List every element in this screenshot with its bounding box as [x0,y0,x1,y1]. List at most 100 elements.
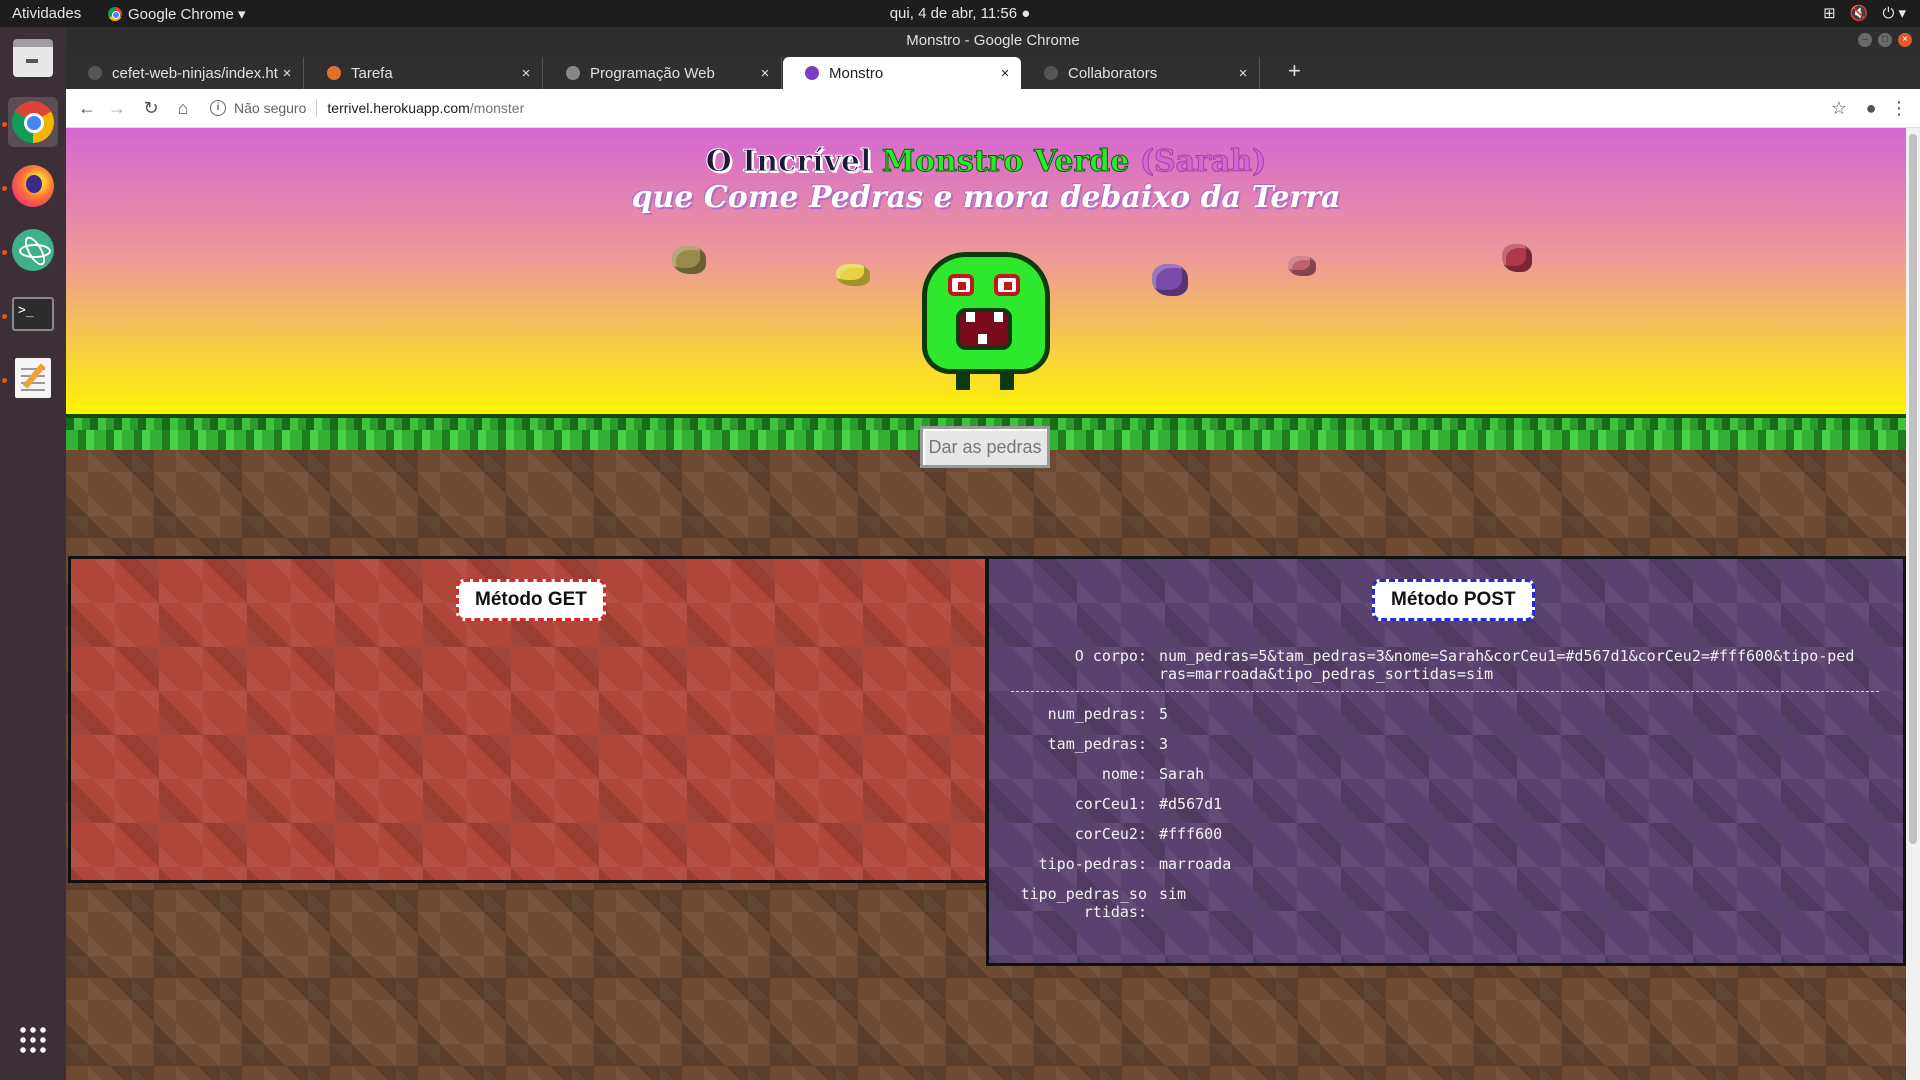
system-top-bar: Atividades Google Chrome ▾ qui, 4 de abr… [0,0,1920,27]
tab-label: Programação Web [590,64,715,82]
tab-monstro[interactable]: Monstro × [783,57,1021,89]
tab-label: cefet-web-ninjas/index.ht [112,64,278,82]
field-value: marroada [1159,855,1232,873]
files-icon [13,39,53,77]
window-title: Monstro - Google Chrome [906,32,1080,49]
dock-firefox[interactable] [8,161,58,211]
field-value: #fff600 [1159,825,1223,843]
monster-leg [956,370,970,390]
field-key: tam_pedras: [1047,735,1147,753]
site-info-icon[interactable]: i [210,100,226,116]
divider [1011,691,1879,692]
tab-programacao-web[interactable]: Programação Web × [544,57,782,89]
dock-atom[interactable] [8,225,58,275]
field-key: nome: [1101,765,1147,783]
home-button[interactable]: ⌂ [170,95,196,121]
tab-collaborators[interactable]: Collaborators × [1022,57,1260,89]
dock-chrome[interactable] [8,97,58,147]
close-tab-icon[interactable]: × [518,65,534,82]
tab-strip: cefet-web-ninjas/index.ht × Tarefa × Pro… [66,54,1920,89]
app-grid-icon [18,1025,48,1055]
tab-cefet-web-ninjas[interactable]: cefet-web-ninjas/index.ht × [66,57,304,89]
field-value: 5 [1159,705,1169,723]
close-tab-icon[interactable]: × [279,65,295,82]
reload-button[interactable]: ↻ [138,95,164,121]
bookmark-star-icon[interactable]: ☆ [1826,95,1852,121]
close-tab-icon[interactable]: × [1235,65,1251,82]
close-tab-icon[interactable]: × [997,65,1013,82]
dock-files[interactable] [8,33,58,83]
chrome-icon [108,7,122,21]
tab-tarefa[interactable]: Tarefa × [305,57,543,89]
omnibox-divider [316,99,318,117]
monster-tooth [966,312,975,322]
field-value: sim [1159,885,1187,903]
field-value: #d567d1 [1159,795,1223,813]
activities-button[interactable]: Atividades [12,5,81,22]
field-key: corCeu2: [1074,825,1147,843]
rock[interactable] [672,246,706,274]
close-tab-icon[interactable]: × [757,65,773,82]
monster-tooth [994,312,1003,322]
browser-window: Monstro - Google Chrome – □ × cefet-web-… [66,27,1920,1080]
web-page: O Incrível Monstro Verde (Sarah) que Com… [66,128,1906,1080]
monster-eye [994,274,1020,296]
app-menu-label: Google Chrome ▾ [128,6,246,23]
monster-tooth [978,334,987,344]
post-method-panel: Método POST O corpo: num_pedras=5&tam_pe… [986,556,1906,966]
app-menu[interactable]: Google Chrome ▾ [108,5,246,23]
text-editor-icon [15,358,51,398]
dock-terminal[interactable]: >_ [8,289,58,339]
monster-leg [1000,370,1014,390]
title-subtitle: que Come Pedras e mora debaixo da Terra [631,180,1341,215]
volume-muted-icon[interactable]: 🔇 [1850,4,1869,22]
field-value: Sarah [1159,765,1205,783]
rock[interactable] [836,264,870,286]
network-icon[interactable]: ⊞ [1823,4,1836,22]
clock[interactable]: qui, 4 de abr, 11:56 ● [890,5,1031,22]
forward-button[interactable]: → [104,95,130,121]
field-key: corCeu1: [1074,795,1147,813]
post-body-value: num_pedras=5&tam_pedras=3&nome=Sarah&cor… [1159,647,1855,683]
firefox-icon [12,165,54,207]
minimize-button[interactable]: – [1858,33,1872,47]
dock-text-editor[interactable] [8,353,58,403]
terminal-icon: >_ [12,297,54,331]
security-status[interactable]: Não seguro [234,100,306,116]
title-monster-name: Monstro Verde [881,144,1130,180]
url-host: terrivel.herokuapp.com [327,100,470,116]
get-method-panel: Método GET [68,556,988,883]
field-key: tipo-pedras: [1038,855,1147,873]
dock-show-apps[interactable] [8,1015,58,1065]
tab-label: Collaborators [1068,64,1158,82]
post-panel-title: Método POST [1372,579,1535,621]
rock[interactable] [1502,244,1532,272]
post-body-label: O corpo: [1074,647,1147,665]
globe-icon [566,66,580,80]
green-monster[interactable] [922,252,1050,390]
maximize-button[interactable]: □ [1878,33,1892,47]
close-window-button[interactable]: × [1898,33,1912,47]
chrome-menu-icon[interactable]: ⋮ [1886,95,1912,121]
running-indicator [2,250,7,255]
window-title-bar: Monstro - Google Chrome – □ × [66,27,1920,54]
back-button[interactable]: ← [74,95,100,121]
github-icon [88,66,102,80]
running-indicator [2,378,7,383]
system-tray[interactable]: ⊞ 🔇 ⏻ ▾ [1823,4,1906,22]
running-indicator [2,122,7,127]
page-scrollbar[interactable] [1906,128,1920,1080]
scrollbar-thumb[interactable] [1909,134,1917,844]
running-indicator [2,186,7,191]
profile-icon[interactable]: ● [1858,95,1884,121]
moodle-icon [327,66,341,80]
power-icon[interactable]: ⏻ ▾ [1882,4,1906,22]
new-tab-button[interactable]: + [1288,58,1301,84]
url-path: /monster [469,100,525,116]
rock[interactable] [1152,264,1188,296]
monster-eye [948,274,974,296]
rock[interactable] [1288,256,1316,276]
give-rocks-button[interactable]: Dar as pedras [920,426,1050,468]
address-bar[interactable]: i Não seguro terrivel.herokuapp.com/mons… [210,94,1860,122]
browser-toolbar: ← → ↻ ⌂ i Não seguro terrivel.herokuapp.… [66,89,1920,128]
